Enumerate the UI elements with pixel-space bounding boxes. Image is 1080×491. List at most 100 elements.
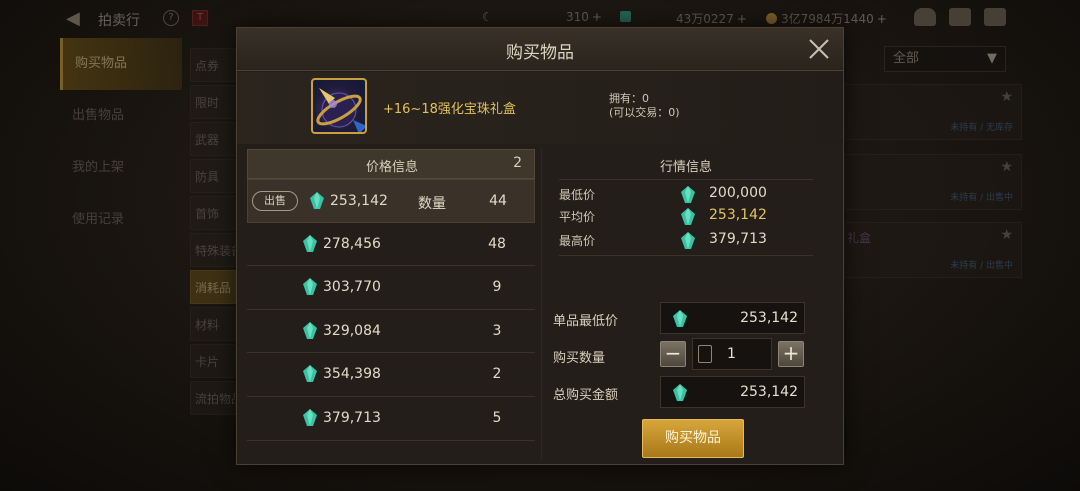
star-icon[interactable]: ★ [1000,159,1013,175]
category-item[interactable]: 防具 [190,159,236,193]
modal-title: 购买物品 [506,43,574,63]
row-qty: 9 [492,279,502,296]
moon-currency: ☾ [482,10,523,24]
market-title: 行情信息 [659,160,712,175]
listing-status: 未持有 / 出售中 [950,193,1013,203]
market-max-row: 最高价 379,713 [559,229,819,251]
divider [559,255,813,256]
listing-status: 未持有 / 无库存 [950,123,1013,133]
gem-icon [303,234,317,252]
event-icon[interactable]: T [192,10,208,26]
mail-icon[interactable] [949,8,971,26]
owned-count: 拥有：0 [609,92,649,105]
add-gem-button[interactable]: + [737,12,747,26]
bag-icon[interactable] [914,8,936,26]
market-info: 行情信息 最低价 200,000 平均价 253,142 最高价 379,713 [549,149,823,279]
max-price-label: 最高价 [559,234,596,248]
close-button[interactable] [807,37,831,61]
listing-card[interactable]: ★ 未持有 / 无库存 [844,84,1022,140]
nav-sell[interactable]: 出售物品 [60,90,182,142]
qty-minus-button[interactable]: − [660,341,686,367]
nav-buy[interactable]: 购买物品 [60,38,182,90]
calculator-icon[interactable] [698,345,712,363]
add-gold-button[interactable]: + [877,12,887,26]
min-price-label: 最低价 [559,188,596,202]
category-item[interactable]: 首饰 [190,196,236,230]
qty-plus-button[interactable]: + [778,341,804,367]
gem-icon [303,365,317,383]
row-qty: 5 [492,409,502,426]
left-nav: 购买物品 出售物品 我的上架 使用记录 [60,38,182,246]
star-icon[interactable]: ★ [1000,227,1013,243]
gold-amount-value: 3亿7984万1440 [781,12,874,26]
market-min-row: 最低价 200,000 [559,183,819,205]
gem-icon [681,208,695,225]
gem-icon [310,192,324,209]
gem-icon [681,232,695,249]
category-item[interactable]: 特殊装备 [190,233,236,267]
row-qty: 44 [489,193,507,209]
gold-coin-icon [766,13,777,24]
gold-amount: 3亿7984万1440 + [766,10,887,27]
gem-icon [303,321,317,339]
item-name: +16~18强化宝珠礼盒 [383,102,516,117]
category-item[interactable]: 材料 [190,307,236,341]
help-icon[interactable]: ? [163,10,179,26]
listing-card[interactable]: 礼盒 ★ 未持有 / 出售中 [844,222,1022,278]
row-price: 329,084 [323,322,381,339]
sell-badge: 出售 [252,191,298,211]
row-price: 253,142 [330,193,388,209]
price-row[interactable]: 出售 253,142 数量 44 [247,179,535,223]
moon-amount-value: 310 [566,10,589,24]
filter-dropdown[interactable]: 全部 ▼ [884,46,1006,72]
total-price-value: 253,142 [740,384,798,400]
gem-icon [620,11,631,22]
row-price: 278,456 [323,235,381,252]
min-price-value: 200,000 [709,185,767,201]
category-item-active[interactable]: 消耗品 [190,270,236,304]
category-item[interactable]: 卡片 [190,344,236,378]
chat-icon[interactable] [984,8,1006,26]
add-moon-button[interactable]: + [592,10,602,24]
qty-input[interactable]: 1 [692,338,772,370]
price-row[interactable]: 379,713 5 [247,397,535,441]
star-icon[interactable]: ★ [1000,89,1013,105]
item-info: +16~18强化宝珠礼盒 拥有：0 (可以交易：0) [237,72,843,144]
row-qty-label: 数量 [418,196,446,212]
gem-icon [681,186,695,203]
auction-house-screen: ◀ 拍卖行 ? T ☾ 310 + 43万0227 + 3亿7984万1440 + [0,0,1080,491]
price-list-title: 价格信息 [365,160,418,175]
unit-min-price-field: 253,142 [660,302,805,334]
row-price: 303,770 [323,279,381,296]
listing-name: 礼盒 [847,231,872,245]
row-qty: 48 [488,235,506,252]
category-item[interactable]: 武器 [190,122,236,156]
category-item[interactable]: 流拍物品 [190,381,236,415]
listing-card[interactable]: ★ 未持有 / 出售中 [844,154,1022,210]
avg-price-label: 平均价 [559,210,596,224]
price-row[interactable]: 329,084 3 [247,310,535,354]
buy-item-modal: 购买物品 +16~18强化宝珠礼盒 拥有：0 (可以交易：0) 价格信息 2 出… [236,27,844,465]
price-row[interactable]: 278,456 48 [247,223,535,267]
filter-label: 全部 [893,51,920,66]
price-row[interactable]: 354,398 2 [247,353,535,397]
back-arrow-icon[interactable]: ◀ [66,8,80,29]
category-item[interactable]: 限时 [190,85,236,119]
divider [559,179,813,180]
qty-label: 购买数量 [553,351,606,366]
modal-header: 购买物品 [237,28,843,71]
price-row[interactable]: 303,770 9 [247,266,535,310]
category-item[interactable]: 点券 [190,48,236,82]
close-icon [809,39,829,59]
nav-history[interactable]: 使用记录 [60,194,182,246]
gem-icon [303,278,317,296]
nav-my-listings[interactable]: 我的上架 [60,142,182,194]
orb-gift-box-icon [311,78,367,134]
gem-icon [673,310,687,327]
gem-icon [303,408,317,426]
ownership-info: 拥有：0 (可以交易：0) [609,92,680,120]
row-price: 354,398 [323,366,381,383]
avg-price-value: 253,142 [709,207,767,223]
buy-button[interactable]: 购买物品 [642,419,744,458]
category-nav: 点券 限时 武器 防具 首饰 特殊装备 消耗品 材料 卡片 流拍物品 [190,48,236,418]
